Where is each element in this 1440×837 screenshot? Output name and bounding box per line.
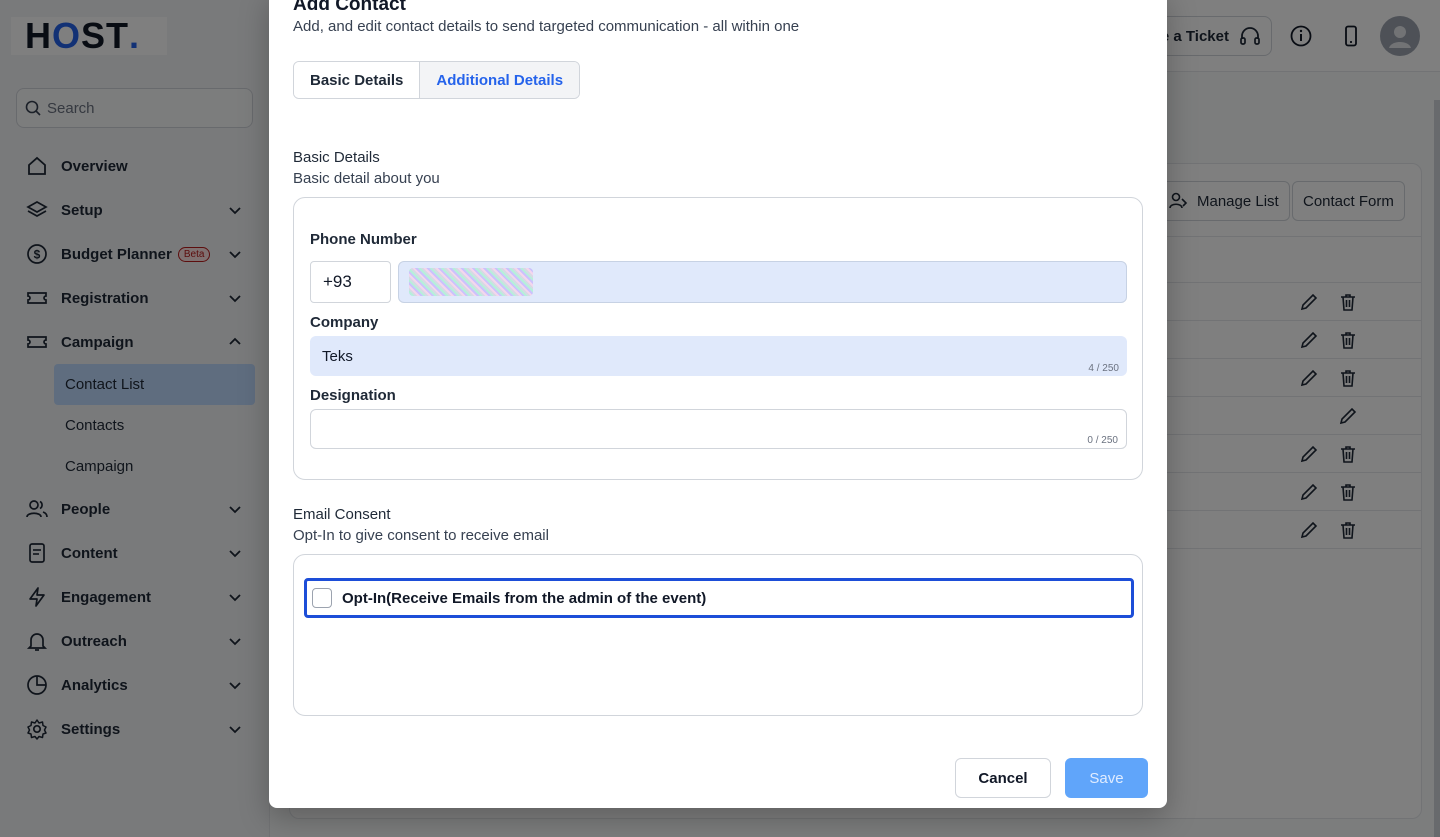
basic-section-title: Basic Details [293,149,380,166]
opt-in-option[interactable]: Opt-In(Receive Emails from the admin of … [304,578,1134,618]
country-code-select[interactable]: +93 [310,261,391,303]
company-char-counter: 4 / 250 [1088,363,1119,374]
consent-section-description: Opt-In to give consent to receive email [293,527,549,544]
modal-title: Add Contact [293,0,406,15]
tab-additional-details[interactable]: Additional Details [419,62,580,98]
basic-details-box: Phone Number +93 Company Teks 4 / 250 De… [293,197,1143,480]
designation-label: Designation [310,387,396,404]
cancel-button[interactable]: Cancel [955,758,1051,798]
opt-in-label: Opt-In(Receive Emails from the admin of … [342,589,707,607]
company-label: Company [310,314,379,331]
add-contact-modal: Add Contact Add, and edit contact detail… [269,0,1167,808]
company-input[interactable]: Teks 4 / 250 [310,336,1127,376]
company-value: Teks [322,347,353,365]
email-consent-box: Opt-In(Receive Emails from the admin of … [293,554,1143,716]
designation-char-counter: 0 / 250 [1087,435,1118,446]
phone-label: Phone Number [310,231,417,248]
designation-input[interactable]: 0 / 250 [310,409,1127,449]
opt-in-checkbox[interactable] [312,588,332,608]
tab-basic-details[interactable]: Basic Details [294,62,420,98]
redacted-phone-number [409,268,533,296]
consent-section-title: Email Consent [293,506,391,523]
save-button[interactable]: Save [1065,758,1148,798]
modal-tabs: Basic Details Additional Details [293,61,581,99]
modal-subtitle: Add, and edit contact details to send ta… [293,18,800,35]
basic-section-description: Basic detail about you [293,170,440,187]
phone-input[interactable] [398,261,1127,303]
